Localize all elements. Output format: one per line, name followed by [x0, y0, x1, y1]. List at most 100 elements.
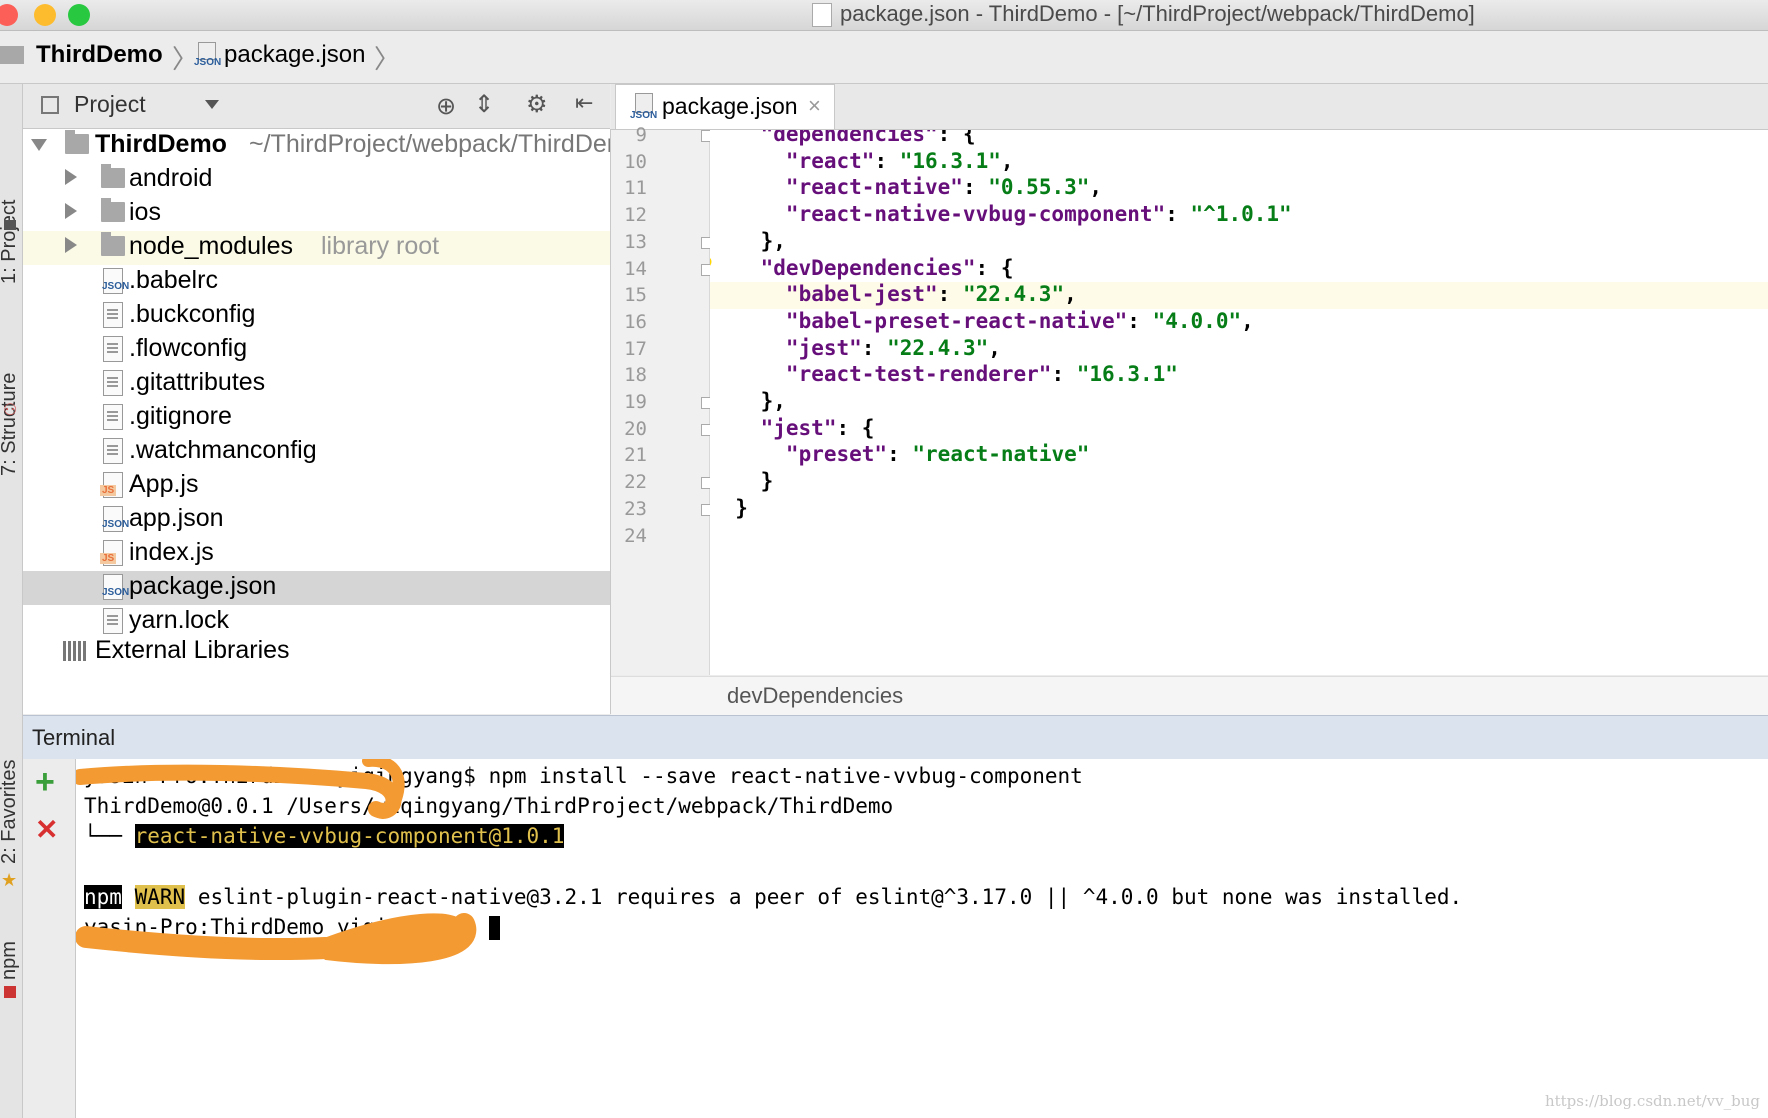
npm-tool-icon [4, 986, 16, 998]
minimize-window-button[interactable] [34, 4, 56, 26]
chevron-down-icon[interactable] [205, 100, 219, 109]
tree-item[interactable]: JS App.js [23, 469, 610, 503]
tree-item-external-libraries[interactable]: External Libraries [23, 635, 610, 669]
line-number: 17 [624, 337, 647, 360]
nav-project[interactable]: ThirdDemo [0, 41, 163, 69]
project-view-icon [41, 96, 59, 114]
json-file-icon: JSON [102, 268, 129, 294]
folder-icon [101, 198, 125, 222]
project-tree: ThirdDemo ~/ThirdProject/webpack/ThirdDe… [23, 129, 611, 714]
code-line: }, [760, 389, 786, 413]
tree-item[interactable]: yarn.lock [23, 605, 610, 639]
js-file-icon: JS [100, 472, 123, 498]
editor-breadcrumb-bar: devDependencies [611, 676, 1768, 715]
nav-file[interactable]: JSON package.json [194, 41, 365, 69]
tree-item[interactable]: .buckconfig [23, 299, 610, 333]
zoom-window-button[interactable] [68, 4, 90, 26]
expand-arrow-icon[interactable] [65, 169, 77, 185]
code-line: "dependencies": { [760, 130, 976, 146]
text-file-icon [103, 370, 123, 396]
json-file-icon: JSON [102, 574, 129, 600]
lightbulb-icon[interactable]: 💡 [710, 256, 716, 277]
folder-icon [101, 164, 125, 188]
line-number: 24 [624, 524, 647, 547]
json-file-icon: JSON [194, 42, 221, 68]
left-tool-stripe: 1: Project 7: Structure ⚇ 2: Favorites ★… [0, 84, 23, 1118]
line-number: 14 [624, 257, 647, 280]
folder-icon [65, 130, 89, 154]
js-file-icon: JS [100, 540, 123, 566]
code-line: "jest": "22.4.3", [785, 335, 1001, 360]
tree-item[interactable]: .gitattributes [23, 367, 610, 401]
expand-arrow-icon[interactable] [31, 139, 47, 151]
code-line: }, [760, 228, 786, 253]
line-number: 20 [624, 417, 647, 440]
text-file-icon [103, 608, 123, 634]
tree-item[interactable]: android [23, 163, 610, 197]
tree-item[interactable]: ios [23, 197, 610, 231]
project-panel-header: Project ⊕ ⇕ ⚙ ⇤ [23, 84, 610, 129]
folder-icon [101, 232, 125, 256]
star-icon: ★ [1, 870, 18, 890]
tree-item[interactable]: JSON .babelrc [23, 265, 610, 299]
line-number: 16 [624, 310, 647, 333]
tree-item[interactable]: JSON package.json [23, 571, 610, 605]
expand-arrow-icon[interactable] [65, 237, 77, 253]
tab-project[interactable]: 1: Project [0, 200, 21, 284]
line-number: 19 [624, 391, 647, 413]
tab-favorites[interactable]: 2: Favorites [0, 760, 21, 864]
line-number: 9 [635, 124, 647, 146]
code-line: "jest": { [760, 415, 875, 440]
window-title: package.json - ThirdDemo - [~/ThirdProje… [840, 1, 1475, 26]
tree-item[interactable]: .watchmanconfig [23, 435, 610, 469]
tree-item[interactable]: .gitignore [23, 401, 610, 435]
close-session-button[interactable]: ✕ [35, 813, 58, 846]
editor-breadcrumb[interactable]: devDependencies [727, 683, 903, 709]
code-editor[interactable]: "dependencies": { "react": "16.3.1", "re… [710, 130, 1768, 675]
locate-target-icon[interactable]: ⊕ [436, 92, 456, 121]
code-line: "devDependencies": { [760, 255, 1014, 280]
tree-item[interactable]: JSON app.json [23, 503, 610, 537]
terminal-header: Terminal [23, 715, 1768, 760]
tab-package-json[interactable]: JSON package.json × [615, 84, 835, 129]
libraries-icon [63, 641, 87, 661]
project-tool-icon [4, 220, 16, 230]
line-number: 15 [624, 284, 647, 307]
code-line: } [735, 495, 748, 520]
watermark: https://blog.csdn.net/vv_bug [1544, 1092, 1760, 1110]
line-number: 23 [624, 497, 647, 520]
line-number: 12 [624, 204, 647, 227]
close-tab-icon[interactable]: × [808, 93, 821, 119]
redaction-scribble [76, 759, 477, 965]
tree-item[interactable]: .flowconfig [23, 333, 610, 367]
code-line: "react-test-renderer": "16.3.1" [785, 362, 1178, 387]
tree-item[interactable]: JS index.js [23, 537, 610, 571]
line-number: 10 [624, 150, 647, 173]
json-file-icon: JSON [630, 93, 657, 121]
tree-root[interactable]: ThirdDemo ~/ThirdProject/webpack/ThirdDe… [23, 129, 610, 163]
editor-gutter: 9 10 11 12 13 14 15 16 17 18 19 20 21 22 23 24 [611, 124, 713, 675]
expand-arrow-icon[interactable] [65, 203, 77, 219]
close-window-button[interactable] [0, 4, 18, 26]
terminal-output[interactable]: yasin-Pro:ThirdDemo yiqingyang$ npm inst… [76, 759, 1768, 1118]
tab-structure[interactable]: 7: Structure [0, 373, 21, 476]
code-line: "babel-jest": "22.4.3", [710, 282, 1768, 310]
project-view-selector[interactable]: Project [74, 91, 146, 118]
collapse-all-icon[interactable]: ⇕ [474, 90, 494, 119]
code-line: "react-native": "0.55.3", [785, 175, 1103, 200]
line-number: 22 [624, 471, 647, 494]
line-number: 18 [624, 364, 647, 387]
terminal-title: Terminal [32, 725, 116, 750]
tree-item[interactable]: node_modules library root [23, 231, 610, 265]
text-file-icon [103, 438, 123, 464]
hide-panel-icon[interactable]: ⇤ [575, 90, 593, 116]
gear-icon[interactable]: ⚙ [526, 90, 548, 119]
tab-npm[interactable]: npm [0, 941, 21, 980]
terminal-toolbar: + ✕ [23, 759, 76, 1118]
chevron-right-icon: 〉 [374, 44, 401, 74]
new-session-button[interactable]: + [35, 763, 55, 802]
line-number: 11 [624, 177, 647, 200]
json-file-icon: JSON [102, 506, 129, 532]
line-number: 13 [624, 230, 647, 253]
